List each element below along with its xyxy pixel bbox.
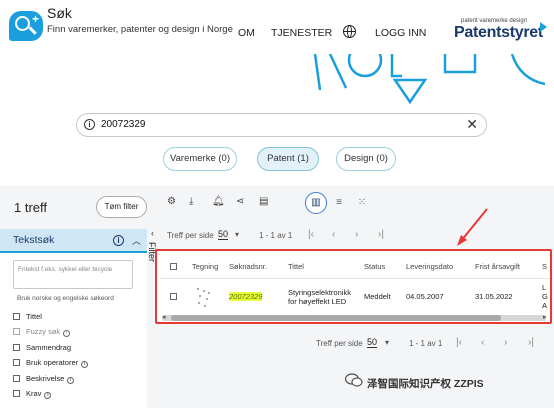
field-krav[interactable]: Krav i	[13, 389, 52, 400]
chevron-up-icon[interactable]: ︿	[132, 234, 141, 247]
app-subtitle: Finn varemerker, patenter og design i No…	[47, 24, 233, 35]
list-view-icon[interactable]: ≡	[328, 192, 350, 214]
wechat-icon	[345, 373, 363, 387]
info-icon[interactable]: i	[67, 377, 75, 384]
info-icon[interactable]: i	[84, 119, 95, 130]
prev-page-icon[interactable]: ‹	[481, 337, 484, 348]
checkbox[interactable]	[13, 313, 20, 320]
next-page-icon[interactable]: ›	[355, 229, 358, 240]
chevron-down-icon[interactable]: ▾	[235, 230, 239, 239]
checkbox[interactable]	[13, 359, 20, 366]
result-count: 1 treff	[14, 200, 48, 215]
field-tittel[interactable]: Tittel	[13, 312, 42, 323]
free-text-placeholder: Fritekst f.eks. sykkel eller bicycle	[18, 266, 113, 273]
text-search-hint: Bruk norske og engelske søkeord	[17, 295, 114, 302]
info-icon[interactable]: i	[44, 392, 52, 399]
grid-view-icon[interactable]: ⁙	[351, 192, 373, 214]
column-view-icon[interactable]: ▥	[305, 192, 327, 214]
page-range: 1 - 1 av 1	[259, 231, 293, 240]
checkbox[interactable]	[13, 328, 20, 335]
bell-icon[interactable]: 🔔︎	[212, 196, 225, 207]
text-search-info-icon[interactable]: i	[113, 235, 124, 246]
free-text-field[interactable]	[13, 260, 133, 289]
info-icon[interactable]: i	[81, 361, 89, 368]
tab-patent[interactable]: Patent (1)	[257, 147, 319, 171]
tab-design[interactable]: Design (0)	[336, 147, 396, 171]
per-page-label: Treff per side	[167, 231, 214, 240]
text-search-title: Tekstsøk	[13, 234, 55, 246]
search-input-value[interactable]: 20072329	[101, 119, 146, 130]
annotation-arrow-icon	[457, 208, 488, 246]
globe-icon[interactable]	[343, 25, 356, 38]
prev-page-icon[interactable]: ‹	[332, 229, 335, 240]
field-fuzzy[interactable]: Fuzzy søk i	[13, 327, 71, 338]
brand-logo[interactable]: Patentstyret	[454, 24, 543, 42]
share-icon[interactable]: ⋖	[236, 196, 244, 207]
info-icon[interactable]: i	[63, 330, 71, 337]
brand-arrow-icon	[540, 22, 547, 32]
nav-tjenester[interactable]: TJENESTER	[271, 27, 332, 39]
search-app-logo-icon[interactable]: +	[9, 11, 43, 41]
checkbox[interactable]	[13, 375, 20, 382]
clear-search-icon[interactable]: ✕	[466, 116, 478, 133]
app-title: Søk	[47, 5, 72, 21]
field-operatorer[interactable]: Bruk operatorer i	[13, 358, 89, 369]
nav-logg-inn[interactable]: LOGG INN	[375, 27, 426, 39]
search-input[interactable]: i 20072329 ✕	[76, 113, 487, 137]
first-page-icon[interactable]: |‹	[456, 337, 462, 348]
last-page-icon[interactable]: ›|	[378, 229, 384, 240]
last-page-icon[interactable]: ›|	[528, 337, 534, 348]
per-page-select[interactable]: 50	[218, 229, 229, 240]
next-page-icon[interactable]: ›	[504, 337, 507, 348]
top-header: + Søk Finn varemerker, patenter og desig…	[0, 0, 554, 54]
checkbox[interactable]	[13, 390, 20, 397]
decorative-shapes	[313, 54, 546, 104]
field-beskrivelse[interactable]: Beskrivelse i	[13, 374, 75, 385]
watermark-text: 泽智国际知识产权 ZZPIS	[367, 378, 484, 390]
settings-icon[interactable]: ⚙	[167, 196, 176, 207]
checkbox[interactable]	[13, 344, 20, 351]
collapse-panel-icon[interactable]: ‹	[151, 228, 154, 238]
page-range-bottom: 1 - 1 av 1	[409, 339, 443, 348]
nav-om[interactable]: OM	[238, 27, 255, 39]
annotation-highlight-box	[155, 249, 552, 324]
chevron-down-icon[interactable]: ▾	[385, 338, 389, 347]
comment-icon[interactable]: ▤	[259, 196, 268, 207]
clear-filter-button[interactable]: Tøm filter	[96, 196, 147, 218]
tab-varemerke[interactable]: Varemerke (0)	[163, 147, 237, 171]
per-page-label-bottom: Treff per side	[316, 339, 363, 348]
per-page-select-bottom[interactable]: 50	[367, 337, 378, 348]
download-icon[interactable]: ⤓	[189, 196, 193, 207]
field-sammendrag[interactable]: Sammendrag	[13, 343, 71, 354]
first-page-icon[interactable]: |‹	[308, 229, 314, 240]
